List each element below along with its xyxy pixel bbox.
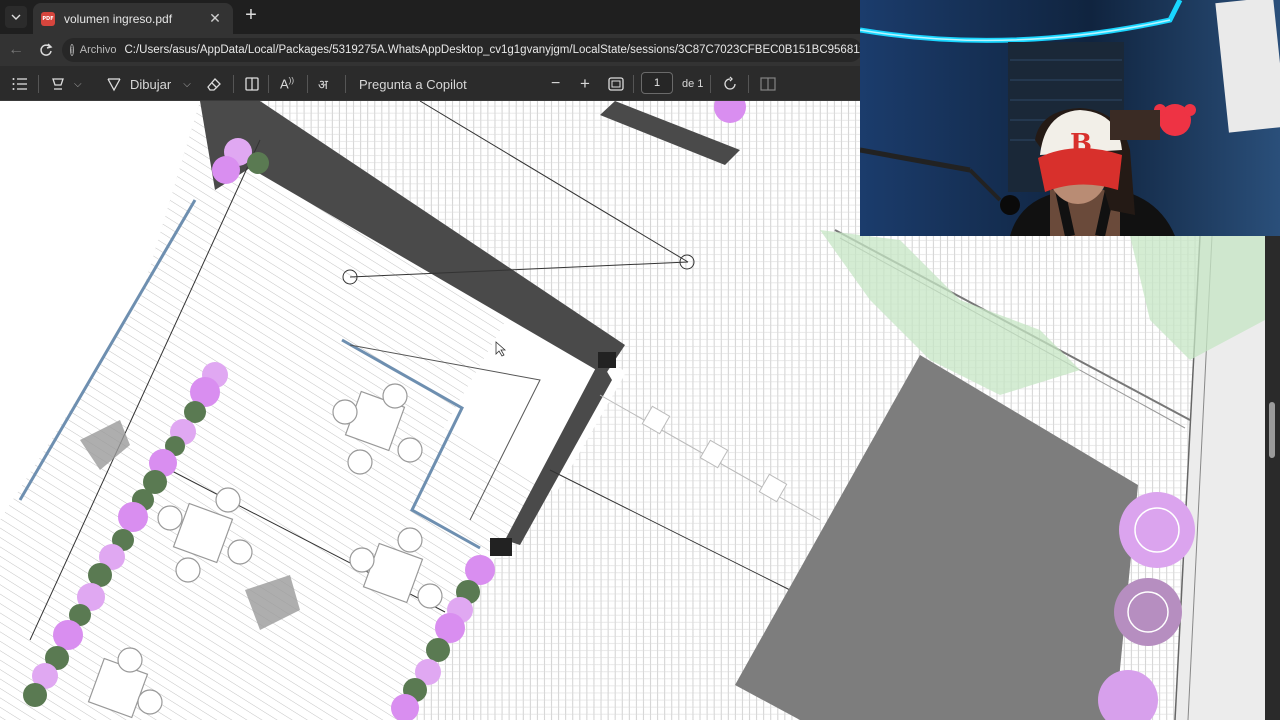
highlight-button[interactable]: ⌵ [50,73,82,95]
tab-active[interactable]: PDF volumen ingreso.pdf ✕ [33,3,233,34]
new-tab-button[interactable]: + [241,5,261,26]
chevron-down-icon[interactable]: ⌵ [183,79,191,90]
page-total: de 1 [682,78,704,90]
draw-button[interactable]: Dibujar ⌵ [106,73,191,95]
zoom-out-icon[interactable]: − [551,73,560,95]
rotate-icon[interactable] [722,73,738,95]
page-number-input[interactable]: 1 [641,72,673,94]
pdf-viewer-window: PDF volumen ingreso.pdf ✕ + ← i Archivo … [0,0,1280,720]
pdf-file-icon: PDF [41,11,55,26]
ask-copilot-button[interactable]: Pregunta a Copilot [359,73,467,95]
vertical-scrollbar[interactable] [1265,236,1280,720]
refresh-icon[interactable] [36,40,56,60]
zoom-in-icon[interactable]: + [580,73,590,95]
close-tab-icon[interactable]: ✕ [207,10,223,27]
two-page-icon[interactable] [760,73,776,95]
fit-page-icon[interactable] [608,73,624,95]
webcam-overlay: B [860,0,1280,236]
chevron-down-icon [11,14,21,20]
read-aloud-icon[interactable]: A)) [280,73,294,95]
contents-list-icon[interactable] [12,73,28,95]
tab-title: volumen ingreso.pdf [64,11,173,26]
highlighter-icon [52,78,64,90]
chevron-down-icon[interactable]: ⌵ [74,79,82,90]
info-icon[interactable]: i [70,44,74,56]
tab-list-button[interactable] [5,6,27,28]
url-scheme: Archivo [79,44,117,56]
page-view-icon[interactable] [244,73,260,95]
url-text: C:/Users/asus/AppData/Local/Packages/531… [124,44,862,56]
translate-icon[interactable]: अ [318,73,328,95]
scrollbar-thumb[interactable] [1269,402,1275,458]
back-arrow-icon[interactable]: ← [6,40,26,60]
pen-icon [107,78,121,92]
webcam-video-frame: B [860,0,1280,236]
eraser-icon[interactable] [206,73,222,95]
draw-label: Dibujar [130,76,172,92]
svg-text:B: B [1070,129,1092,159]
url-field[interactable]: i Archivo C:/Users/asus/AppData/Local/Pa… [62,38,862,62]
copilot-label: Pregunta a Copilot [359,76,467,92]
